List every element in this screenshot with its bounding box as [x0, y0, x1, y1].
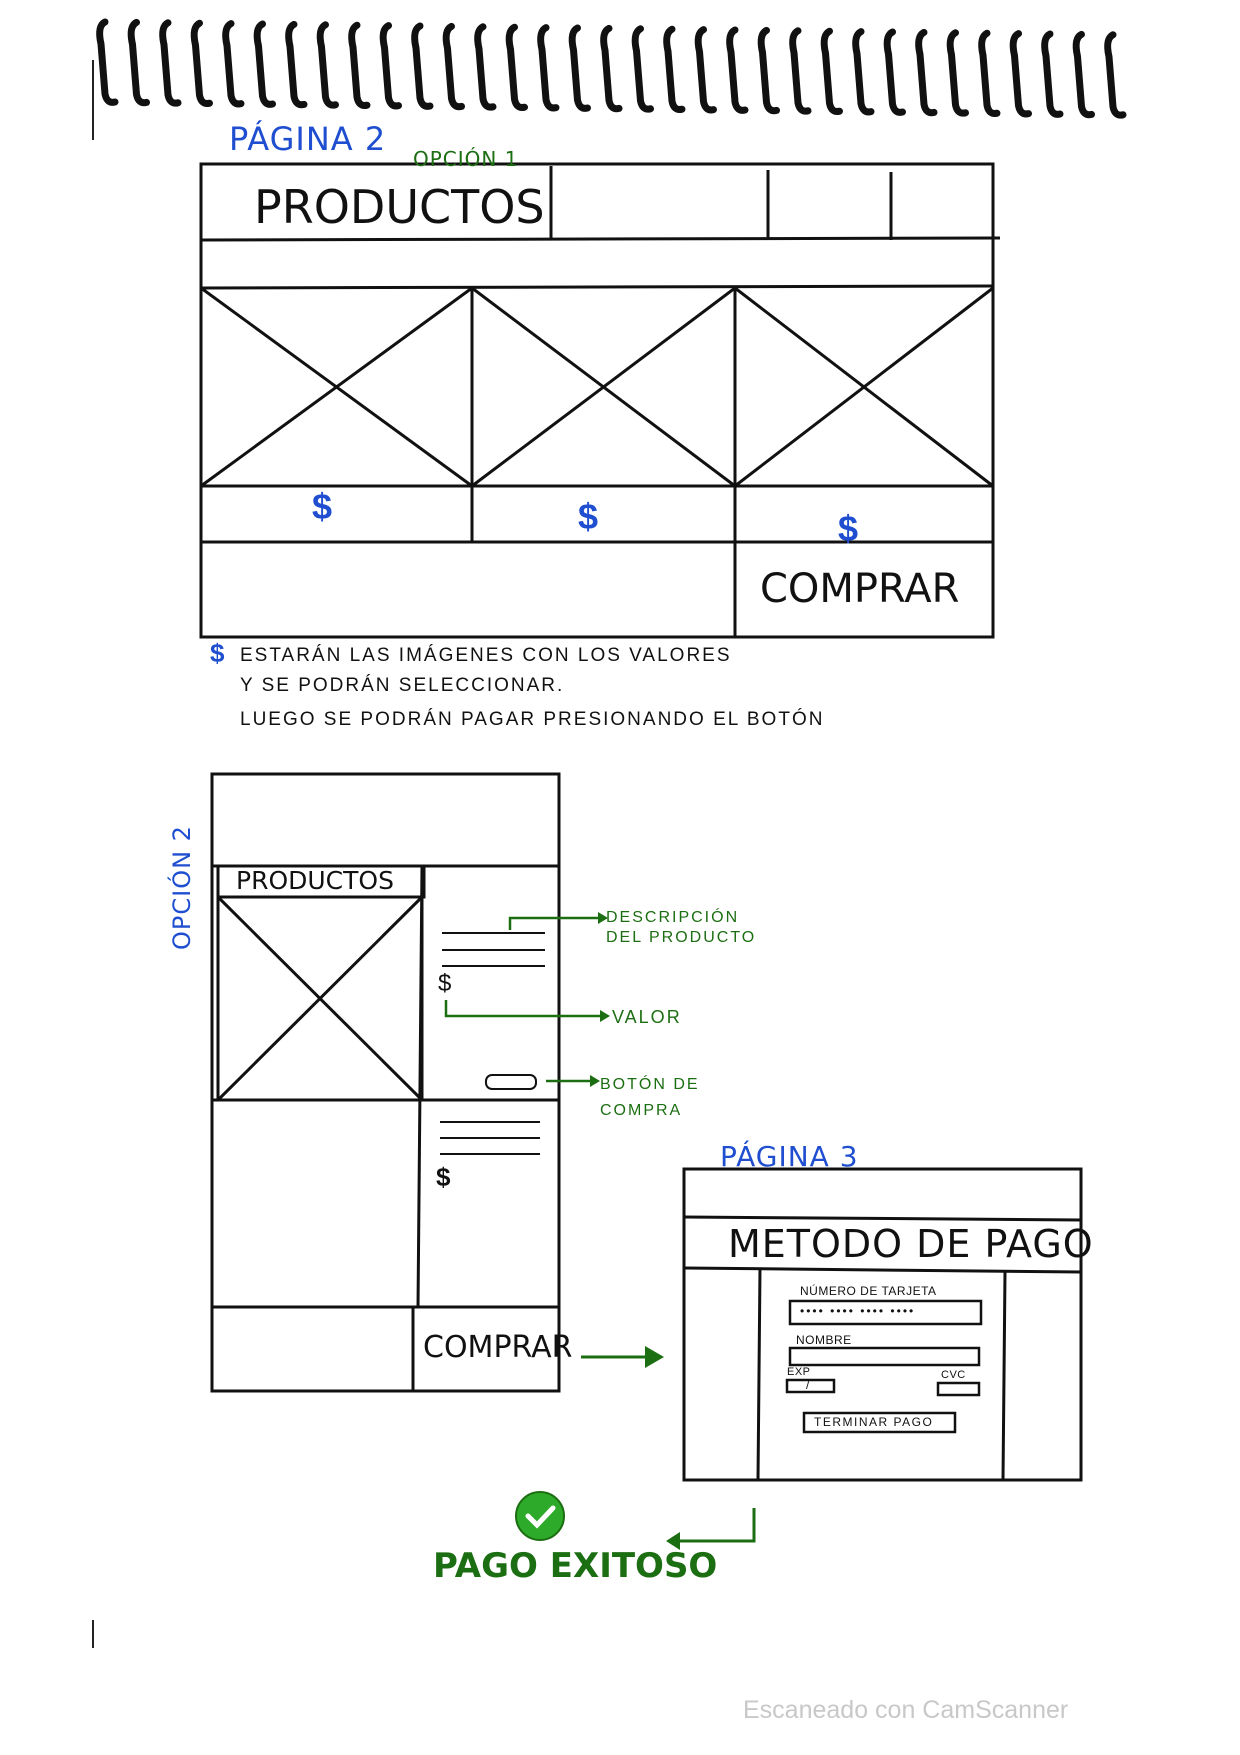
annotation-value: VALOR — [612, 1007, 682, 1027]
spiral-loop — [537, 24, 560, 112]
annotation-buy: BOTÓN DE COMPRA — [600, 1072, 700, 1124]
note-dollar-icon: $ — [210, 638, 225, 668]
annotation-description-line-1: DESCRIPCIÓN — [606, 909, 740, 926]
annotation-description: DESCRIPCIÓN DEL PRODUCTO — [606, 908, 756, 948]
spiral-loop — [1072, 30, 1095, 119]
option2-title: PRODUCTOS — [236, 866, 394, 895]
page2-heading: PÁGINA 2 — [229, 120, 387, 158]
note-line-2: Y SE PODRÁN SELECCIONAR. — [240, 675, 565, 696]
note-line-1: ESTARÁN LAS IMÁGENES CON LOS VALORES — [240, 645, 732, 666]
option2-price-2[interactable]: $ — [436, 1162, 450, 1193]
success-check-icon — [515, 1491, 565, 1541]
spiral-loop — [96, 18, 119, 106]
spiral-loop — [442, 22, 465, 111]
spiral-loop — [978, 29, 1001, 118]
price-2[interactable]: $ — [578, 496, 598, 538]
page3-title: METODO DE PAGO — [728, 1222, 1094, 1266]
finish-payment-button[interactable]: TERMINAR PAGO — [814, 1415, 933, 1429]
annotation-buy-line-1: BOTÓN DE — [600, 1076, 700, 1093]
annotation-description-line-2: DEL PRODUCTO — [606, 929, 757, 946]
spiral-loop — [915, 28, 938, 117]
spiral-loop — [222, 20, 245, 108]
spiral-loop — [852, 28, 875, 116]
spiral-loop — [285, 20, 308, 109]
camscanner-watermark: Escaneado con CamScanner — [743, 1696, 1069, 1724]
spiral-loop — [1009, 30, 1032, 118]
page3-wireframe — [682, 1167, 1083, 1482]
name-label: NOMBRE — [796, 1333, 852, 1347]
cvc-input[interactable] — [938, 1383, 979, 1395]
spiral-loop — [757, 26, 780, 115]
spiral-loop — [1104, 31, 1127, 119]
spiral-loop — [663, 25, 686, 114]
spiral-binding — [96, 18, 1127, 119]
name-input[interactable] — [790, 1348, 979, 1365]
spiral-loop — [411, 22, 434, 110]
spiral-loop — [316, 21, 339, 109]
spiral-loop — [474, 23, 497, 111]
annotation-buy-line-2: COMPRA — [600, 1102, 683, 1119]
spiral-loop — [1041, 30, 1064, 118]
cvc-label: CVC — [941, 1369, 966, 1381]
spiral-loop — [820, 27, 843, 116]
spiral-loop — [253, 20, 276, 108]
option1-label: OPCIÓN 1 — [413, 147, 519, 171]
option2-label: OPCIÓN 2 — [168, 825, 196, 950]
spiral-loop — [348, 21, 371, 110]
page3-heading: PÁGINA 3 — [720, 1140, 859, 1173]
spiral-loop — [379, 22, 402, 110]
option2-price-1[interactable]: $ — [438, 970, 451, 998]
spiral-loop — [694, 26, 717, 114]
card-number-label: NÚMERO DE TARJETA — [800, 1284, 937, 1298]
spiral-loop — [159, 19, 182, 107]
spiral-loop — [946, 29, 969, 117]
spiral-loop — [568, 24, 591, 112]
page2-buy-button[interactable]: COMPRAR — [760, 566, 959, 612]
spiral-loop — [600, 24, 623, 113]
spiral-loop — [190, 19, 213, 108]
spiral-loop — [789, 27, 812, 115]
price-3[interactable]: $ — [838, 508, 858, 550]
spiral-loop — [883, 28, 906, 116]
spiral-loop — [631, 25, 654, 113]
exp-select[interactable]: / — [806, 1378, 810, 1392]
option2-buy-button[interactable]: COMPRAR — [423, 1330, 573, 1365]
success-label: PAGO EXITOSO — [433, 1546, 718, 1586]
spiral-loop — [726, 26, 749, 114]
price-1[interactable]: $ — [312, 486, 332, 528]
spiral-loop — [127, 18, 150, 107]
buy-button-sketch — [485, 1074, 537, 1090]
spiral-loop — [505, 23, 528, 112]
card-number-input[interactable]: •••• •••• •••• •••• — [800, 1304, 915, 1318]
exp-label: EXP — [787, 1366, 811, 1378]
page2-title: PRODUCTOS — [254, 180, 545, 234]
note-line-3: LUEGO SE PODRÁN PAGAR PRESIONANDO EL BOT… — [240, 709, 825, 730]
